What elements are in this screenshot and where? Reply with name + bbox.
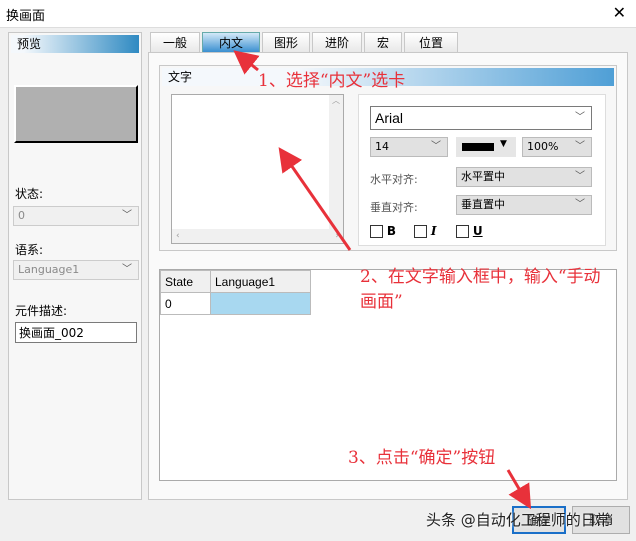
arrow-icon <box>506 469 532 510</box>
watermark: 头条 @自动化工程师的日常 <box>426 511 611 529</box>
arrow-icon <box>233 50 260 75</box>
annotation-arrows <box>233 50 532 510</box>
arrow-icon <box>278 147 352 251</box>
